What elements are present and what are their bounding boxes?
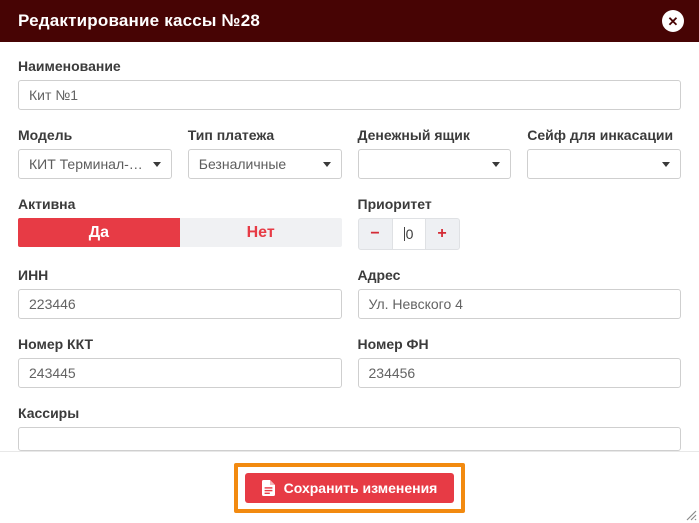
fn-label: Номер ФН bbox=[358, 336, 682, 352]
modal-footer: Сохранить изменения bbox=[0, 451, 699, 523]
resize-handle-icon[interactable] bbox=[683, 507, 697, 521]
priority-label: Приоритет bbox=[358, 196, 682, 212]
field-active: Активна Да Нет bbox=[18, 196, 342, 250]
modal-header: Редактирование кассы №28 bbox=[0, 0, 699, 42]
plus-icon[interactable]: + bbox=[426, 219, 459, 249]
save-button[interactable]: Сохранить изменения bbox=[245, 473, 455, 503]
address-label: Адрес bbox=[358, 267, 682, 283]
field-fn: Номер ФН bbox=[358, 336, 682, 388]
model-label: Модель bbox=[18, 127, 172, 143]
save-button-label: Сохранить изменения bbox=[284, 480, 438, 496]
name-label: Наименование bbox=[18, 58, 681, 74]
active-toggle-no[interactable]: Нет bbox=[180, 218, 342, 247]
address-input[interactable] bbox=[358, 289, 682, 319]
fn-input[interactable] bbox=[358, 358, 682, 388]
active-toggle-yes[interactable]: Да bbox=[18, 218, 180, 247]
chevron-down-icon bbox=[323, 162, 331, 167]
file-text-icon bbox=[262, 480, 275, 496]
minus-icon[interactable]: − bbox=[359, 219, 392, 249]
chevron-down-icon bbox=[662, 162, 670, 167]
cashiers-label: Кассиры bbox=[18, 405, 681, 421]
priority-value-input[interactable]: 0 bbox=[392, 219, 426, 249]
highlight-annotation: Сохранить изменения bbox=[234, 463, 466, 513]
active-label: Активна bbox=[18, 196, 342, 212]
text-cursor bbox=[404, 227, 405, 241]
priority-stepper: − 0 + bbox=[358, 218, 460, 250]
cash-drawer-label: Денежный ящик bbox=[358, 127, 512, 143]
kkt-label: Номер ККТ bbox=[18, 336, 342, 352]
kkt-input[interactable] bbox=[18, 358, 342, 388]
field-kkt: Номер ККТ bbox=[18, 336, 342, 388]
field-cashiers: Кассиры bbox=[18, 405, 681, 451]
field-safe: Сейф для инкасации bbox=[527, 127, 681, 179]
field-model: Модель КИТ Терминал-… bbox=[18, 127, 172, 179]
field-inn: ИНН bbox=[18, 267, 342, 319]
safe-select[interactable] bbox=[527, 149, 681, 179]
priority-value: 0 bbox=[406, 226, 414, 242]
chevron-down-icon bbox=[492, 162, 500, 167]
inn-input[interactable] bbox=[18, 289, 342, 319]
model-select[interactable]: КИТ Терминал-… bbox=[18, 149, 172, 179]
payment-type-select[interactable]: Безналичные bbox=[188, 149, 342, 179]
payment-type-select-value: Безналичные bbox=[199, 156, 286, 172]
inn-address-row: ИНН Адрес bbox=[18, 267, 681, 319]
field-address: Адрес bbox=[358, 267, 682, 319]
close-icon[interactable]: ✕ bbox=[662, 10, 684, 32]
active-priority-row: Активна Да Нет Приоритет − 0 + bbox=[18, 196, 681, 250]
field-payment-type: Тип платежа Безналичные bbox=[188, 127, 342, 179]
inn-label: ИНН bbox=[18, 267, 342, 283]
cash-drawer-select[interactable] bbox=[358, 149, 512, 179]
field-cash-drawer: Денежный ящик bbox=[358, 127, 512, 179]
name-input[interactable] bbox=[18, 80, 681, 110]
chevron-down-icon bbox=[153, 162, 161, 167]
selects-row: Модель КИТ Терминал-… Тип платежа Безнал… bbox=[18, 127, 681, 179]
modal-body: Наименование Модель КИТ Терминал-… Тип п… bbox=[0, 58, 699, 451]
payment-type-label: Тип платежа bbox=[188, 127, 342, 143]
field-name: Наименование bbox=[18, 58, 681, 110]
safe-label: Сейф для инкасации bbox=[527, 127, 681, 143]
modal-title: Редактирование кассы №28 bbox=[18, 11, 260, 31]
active-toggle: Да Нет bbox=[18, 218, 342, 247]
field-priority: Приоритет − 0 + bbox=[358, 196, 682, 250]
kkt-fn-row: Номер ККТ Номер ФН bbox=[18, 336, 681, 388]
cashiers-input[interactable] bbox=[18, 427, 681, 451]
edit-cashbox-modal: Редактирование кассы №28 ✕ Наименование … bbox=[0, 0, 699, 523]
model-select-value: КИТ Терминал-… bbox=[29, 156, 143, 172]
